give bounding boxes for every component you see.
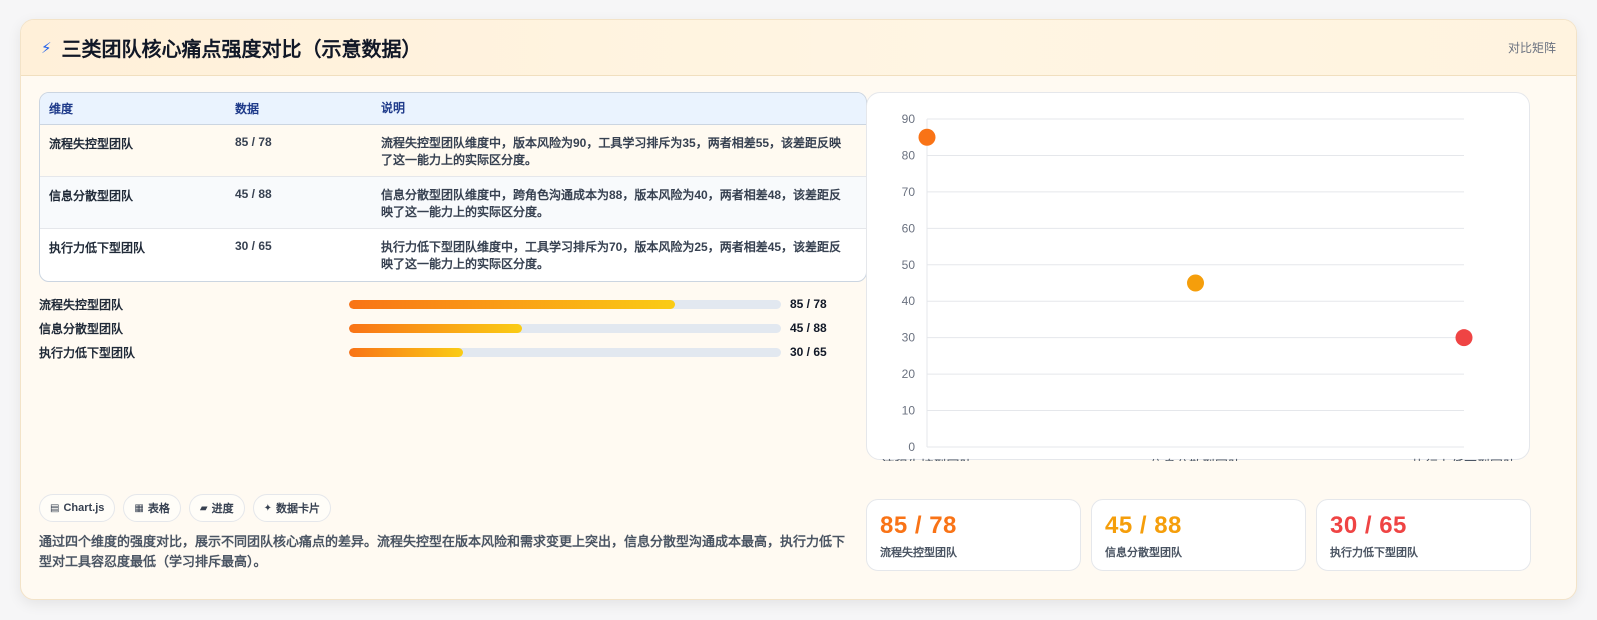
progress-icon: ▰ xyxy=(199,502,208,514)
sparkle-icon: ✦ xyxy=(263,502,272,514)
data-point xyxy=(1455,329,1473,347)
chip-table[interactable]: ▦ 表格 xyxy=(123,494,181,522)
description-text: 通过四个维度的强度对比，展示不同团队核心痛点的差异。流程失控型在版本风险和需求变… xyxy=(39,534,846,569)
table-icon: ▦ xyxy=(134,502,144,514)
y-tick-label: 40 xyxy=(902,294,916,308)
chip-data-card[interactable]: ✦ 数据卡片 xyxy=(252,494,331,522)
progress-track xyxy=(349,347,781,357)
scatter-chart: 0 10 20 30 40 50 60 70 80 90 流程失控型团队 信息分散型团队 执行力低下型团… xyxy=(881,112,1516,473)
bolt-icon: ⚡ xyxy=(41,39,52,57)
progress-value: 85 / 78 xyxy=(790,297,827,311)
y-tick-label: 90 xyxy=(902,112,916,126)
progress-value: 45 / 88 xyxy=(790,321,827,335)
y-tick-label: 0 xyxy=(908,440,915,454)
chart-icon: ▤ xyxy=(50,502,60,514)
y-tick-label: 20 xyxy=(902,367,916,381)
progress-track xyxy=(349,299,781,309)
stat-card: 45 / 88 信息分散型团队 xyxy=(1091,499,1306,571)
y-tick-label: 50 xyxy=(902,258,916,272)
chip-label: Chart.js xyxy=(63,502,105,514)
stat-label: 流程失控型团队 xyxy=(880,547,957,559)
stat-cards: 85 / 78 流程失控型团队 45 / 88 信息分散型团队 30 / 65 … xyxy=(866,499,1531,571)
progress-value: 30 / 65 xyxy=(790,345,827,359)
progress-row: 流程失控型团队 85 / 78 xyxy=(39,292,839,316)
stat-label: 执行力低下型团队 xyxy=(1330,547,1418,559)
row-dimension: 流程失控型团队 xyxy=(49,137,134,151)
stat-card: 30 / 65 执行力低下型团队 xyxy=(1316,499,1531,571)
column-header-note: 说明 xyxy=(381,101,406,115)
progress-label: 流程失控型团队 xyxy=(39,297,124,312)
y-tick-label: 70 xyxy=(902,185,916,199)
y-tick-label: 10 xyxy=(902,404,916,418)
stat-value: 30 / 65 xyxy=(1330,512,1407,539)
page-title: 三类团队核心痛点强度对比（示意数据） xyxy=(61,39,422,61)
y-tick-label: 80 xyxy=(902,148,916,162)
stat-card: 85 / 78 流程失控型团队 xyxy=(866,499,1081,571)
table-row: 执行力低下型团队 30 / 65 执行力低下型团队维度中，工具学习排斥为70，版… xyxy=(40,229,866,281)
row-data: 45 / 88 xyxy=(235,187,272,201)
progress-row: 信息分散型团队 45 / 88 xyxy=(39,316,839,340)
table-header: 维度 数据 说明 xyxy=(40,93,866,125)
chip-progress[interactable]: ▰ 进度 xyxy=(188,494,245,522)
column-header-data: 数据 xyxy=(235,102,260,116)
progress-track xyxy=(349,323,781,333)
progress-fill xyxy=(349,323,522,333)
progress-label: 信息分散型团队 xyxy=(39,321,124,336)
row-note: 流程失控型团队维度中，版本风险为90，工具学习排斥为35，两者相差55，该差距反… xyxy=(381,136,842,167)
stat-label: 信息分散型团队 xyxy=(1105,547,1182,559)
data-table: 维度 数据 说明 流程失控型团队 85 / 78 流程失控型团队维度中，版本风险… xyxy=(39,92,867,282)
progress-list: 流程失控型团队 85 / 78 信息分散型团队 45 / 88 执行力低下型团队… xyxy=(39,292,839,364)
stat-value: 45 / 88 xyxy=(1105,512,1182,539)
y-tick-label: 30 xyxy=(902,331,916,345)
matrix-label: 对比矩阵 xyxy=(1507,41,1556,55)
x-tick-label: 流程失控型团队 xyxy=(881,458,972,461)
row-data: 85 / 78 xyxy=(235,135,272,149)
progress-fill xyxy=(349,347,464,357)
column-header-dimension: 维度 xyxy=(49,102,74,116)
progress-row: 执行力低下型团队 30 / 65 xyxy=(39,340,839,364)
row-dimension: 信息分散型团队 xyxy=(49,189,134,203)
x-tick-label: 执行力低下型团队 xyxy=(1412,458,1516,461)
y-tick-label: 60 xyxy=(902,221,916,235)
data-point xyxy=(1187,274,1204,292)
chip-label: 表格 xyxy=(147,503,170,515)
card-header: ⚡ 三类团队核心痛点强度对比（示意数据） 对比矩阵 xyxy=(21,20,1576,76)
table-row: 信息分散型团队 45 / 88 信息分散型团队维度中，跨角色沟通成本为88，版本… xyxy=(40,177,866,229)
tag-chips: ▤ Chart.js ▦ 表格 ▰ 进度 ✦ 数据卡片 xyxy=(39,494,331,522)
row-note: 信息分散型团队维度中，跨角色沟通成本为88，版本风险为40，两者相差48，该差距… xyxy=(381,188,842,219)
table-row: 流程失控型团队 85 / 78 流程失控型团队维度中，版本风险为90，工具学习排… xyxy=(40,125,866,177)
progress-label: 执行力低下型团队 xyxy=(39,345,136,360)
stat-value: 85 / 78 xyxy=(880,512,957,539)
progress-fill xyxy=(349,299,676,309)
chip-chartjs[interactable]: ▤ Chart.js xyxy=(39,494,116,522)
chip-label: 进度 xyxy=(211,503,234,515)
chart-panel: 0 10 20 30 40 50 60 70 80 90 流程失控型团队 信息分散型团队 执行力低下型团… xyxy=(866,92,1530,473)
x-tick-label: 信息分散型团队 xyxy=(1150,458,1241,461)
row-dimension: 执行力低下型团队 xyxy=(49,241,146,255)
data-point xyxy=(918,128,936,146)
chip-label: 数据卡片 xyxy=(275,503,320,515)
row-data: 30 / 65 xyxy=(235,239,272,253)
row-note: 执行力低下型团队维度中，工具学习排斥为70，版本风险为25，两者相差45，该差距… xyxy=(381,240,842,271)
main-card: ⚡ 三类团队核心痛点强度对比（示意数据） 对比矩阵 维度 数据 说明 流程失控型… xyxy=(20,19,1577,600)
